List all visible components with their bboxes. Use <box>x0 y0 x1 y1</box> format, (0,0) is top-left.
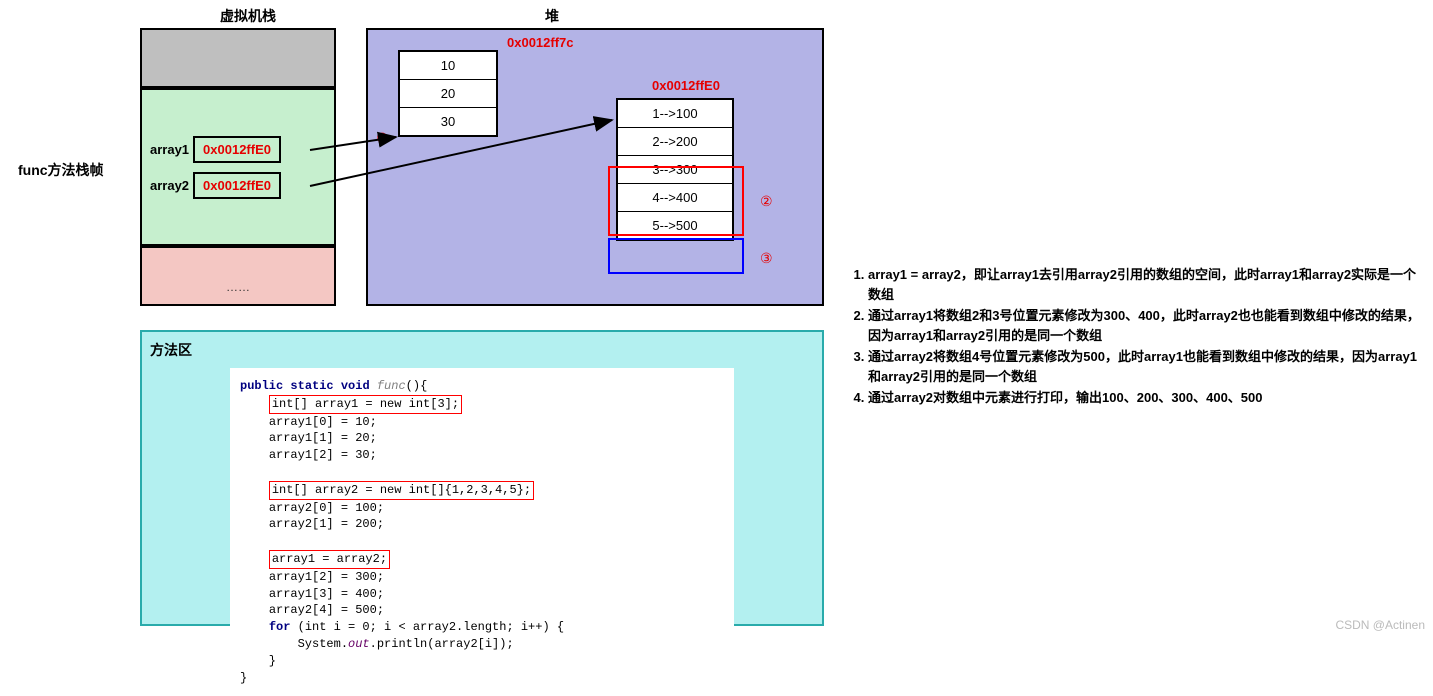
header-stack: 虚拟机栈 <box>220 6 276 26</box>
explanation-list: array1 = array2，即让array1去引用array2引用的数组的空… <box>850 265 1420 410</box>
note-1: array1 = array2，即让array1去引用array2引用的数组的空… <box>868 265 1420 304</box>
annotation-1: ① <box>376 130 389 147</box>
pointer-row-array1: array1 0x0012ffE0 <box>150 136 281 163</box>
heap-addr2: 0x0012ffE0 <box>652 78 720 93</box>
heap-t1-cell1: 20 <box>400 80 496 108</box>
ptr-addr-array1: 0x0012ffE0 <box>193 136 281 163</box>
heap-t1-cell0: 10 <box>400 52 496 80</box>
note-2: 通过array1将数组2和3号位置元素修改为300、400，此时array2也也… <box>868 306 1420 345</box>
pointer-row-array2: array2 0x0012ffE0 <box>150 172 281 199</box>
stack-red-bottom <box>140 246 336 306</box>
note-3: 通过array2将数组4号位置元素修改为500，此时array1也能看到数组中修… <box>868 347 1420 386</box>
annotation-3: ③ <box>760 250 773 267</box>
highlight-blue <box>608 238 744 274</box>
frame-label: func方法栈帧 <box>18 160 104 180</box>
ptr-label-array1: array1 <box>150 142 189 157</box>
method-area-title: 方法区 <box>150 340 814 360</box>
ptr-label-array2: array2 <box>150 178 189 193</box>
annotation-2: ② <box>760 193 773 210</box>
header-heap: 堆 <box>545 6 559 26</box>
stack-gray-top <box>140 28 336 88</box>
stack-frame-func <box>140 88 336 246</box>
stack-ellipsis: …… <box>140 280 336 294</box>
heap-table1: 10 20 30 <box>398 50 498 137</box>
watermark: CSDN @Actinen <box>1335 618 1425 632</box>
heap-t1-cell2: 30 <box>400 108 496 135</box>
heap-t2-cell1: 2-->200 <box>618 128 732 156</box>
ptr-addr-array2: 0x0012ffE0 <box>193 172 281 199</box>
heap-addr1: 0x0012ff7c <box>507 35 574 50</box>
heap-t2-cell0: 1-->100 <box>618 100 732 128</box>
note-4: 通过array2对数组中元素进行打印，输出100、200、300、400、500 <box>868 388 1420 408</box>
code-block: public static void func(){ int[] array1 … <box>230 368 734 696</box>
method-area: 方法区 public static void func(){ int[] arr… <box>140 330 824 626</box>
highlight-red <box>608 166 744 236</box>
